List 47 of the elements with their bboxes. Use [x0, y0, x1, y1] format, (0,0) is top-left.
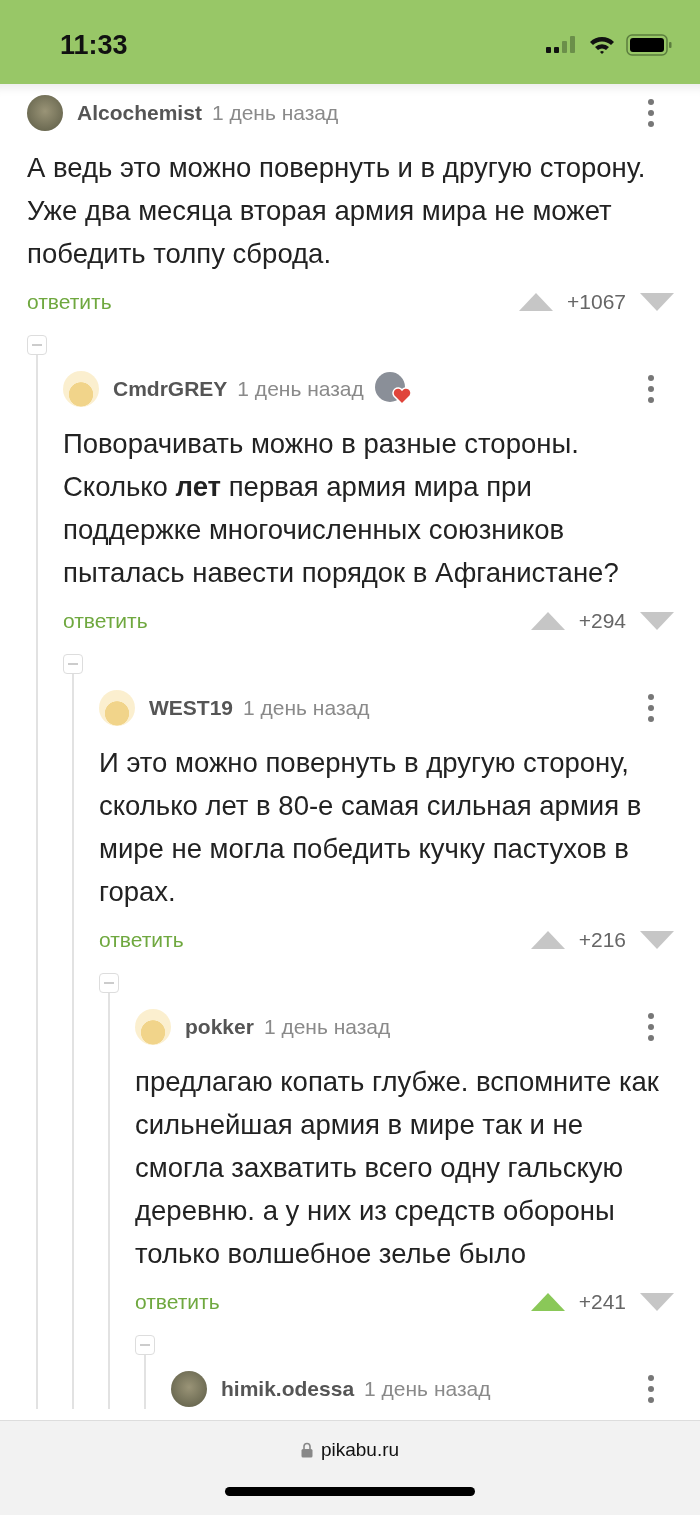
comment-rating: +216	[578, 928, 626, 952]
more-options-icon[interactable]	[647, 1374, 655, 1404]
signal-icon	[546, 35, 578, 55]
collapse-toggle[interactable]	[63, 654, 83, 674]
downvote-icon[interactable]	[640, 931, 674, 949]
comment-text: Поворачивать можно в разные стороны. Сколько лет первая армия мира при поддержке многочисленных союзников пыталась навести порядок в Афганистане?	[63, 427, 620, 590]
downvote-icon[interactable]	[640, 293, 674, 311]
author-name[interactable]: pokker	[185, 1015, 254, 1039]
default-avatar-icon[interactable]	[135, 1009, 171, 1045]
author-name[interactable]: CmdrGREY	[113, 377, 228, 401]
more-options-icon[interactable]	[647, 374, 655, 404]
home-indicator[interactable]	[225, 1487, 475, 1496]
more-options-icon[interactable]	[647, 98, 655, 128]
more-options-icon[interactable]	[647, 693, 655, 723]
avatar-photo[interactable]	[171, 1371, 207, 1407]
comment-time: 1 день назад	[243, 696, 370, 720]
wifi-icon	[588, 35, 616, 55]
collapse-toggle[interactable]	[27, 335, 47, 355]
comment-rating: +241	[578, 1290, 626, 1314]
collapse-toggle[interactable]	[99, 973, 119, 993]
default-avatar-icon[interactable]	[99, 690, 135, 726]
default-avatar-icon[interactable]	[63, 371, 99, 407]
downvote-icon[interactable]	[640, 1293, 674, 1311]
comment-time: 1 день назад	[211, 101, 339, 125]
author-name[interactable]: himik.odessa	[221, 1377, 355, 1401]
author-name[interactable]: WEST19	[149, 696, 234, 720]
comment-time: 1 день назад	[364, 1377, 491, 1401]
comment-text: предлагаю копать глубже. вспомните как сильнейшая армия в мире так и не смогла захватить всего одну гальскую деревню. а у них из средств обороны только волшебное зелье было	[135, 1065, 660, 1271]
upvote-icon[interactable]	[530, 931, 565, 949]
address-url[interactable]: pikabu.ru	[320, 1439, 400, 1461]
comment-text: И это можно повернуть в другую сторону, сколько лет в 80-е самая сильная армия в мире не могла победить кучку пастухов в горах.	[99, 746, 643, 909]
comment-time: 1 день назад	[263, 1015, 391, 1039]
upvote-icon[interactable]	[519, 293, 553, 311]
comment-text: А ведь это можно повернуть и в другую сторону. Уже два месяца вторая армия мира не может победить толпу сброда.	[27, 151, 647, 271]
more-options-icon[interactable]	[647, 1012, 655, 1042]
comment-rating: +1067	[567, 290, 626, 314]
author-name[interactable]: Alcochemist	[77, 101, 202, 125]
comment-rating: +294	[578, 609, 626, 633]
downvote-icon[interactable]	[640, 612, 674, 630]
comment-time: 1 день назад	[237, 377, 364, 401]
battery-icon	[626, 34, 672, 56]
collapse-toggle[interactable]	[135, 1335, 155, 1355]
upvote-icon[interactable]	[530, 1293, 565, 1311]
upvote-icon[interactable]	[530, 612, 565, 630]
status-time: 11:33	[60, 29, 128, 61]
avatar-photo[interactable]	[27, 95, 63, 131]
lock-icon	[300, 1442, 313, 1458]
